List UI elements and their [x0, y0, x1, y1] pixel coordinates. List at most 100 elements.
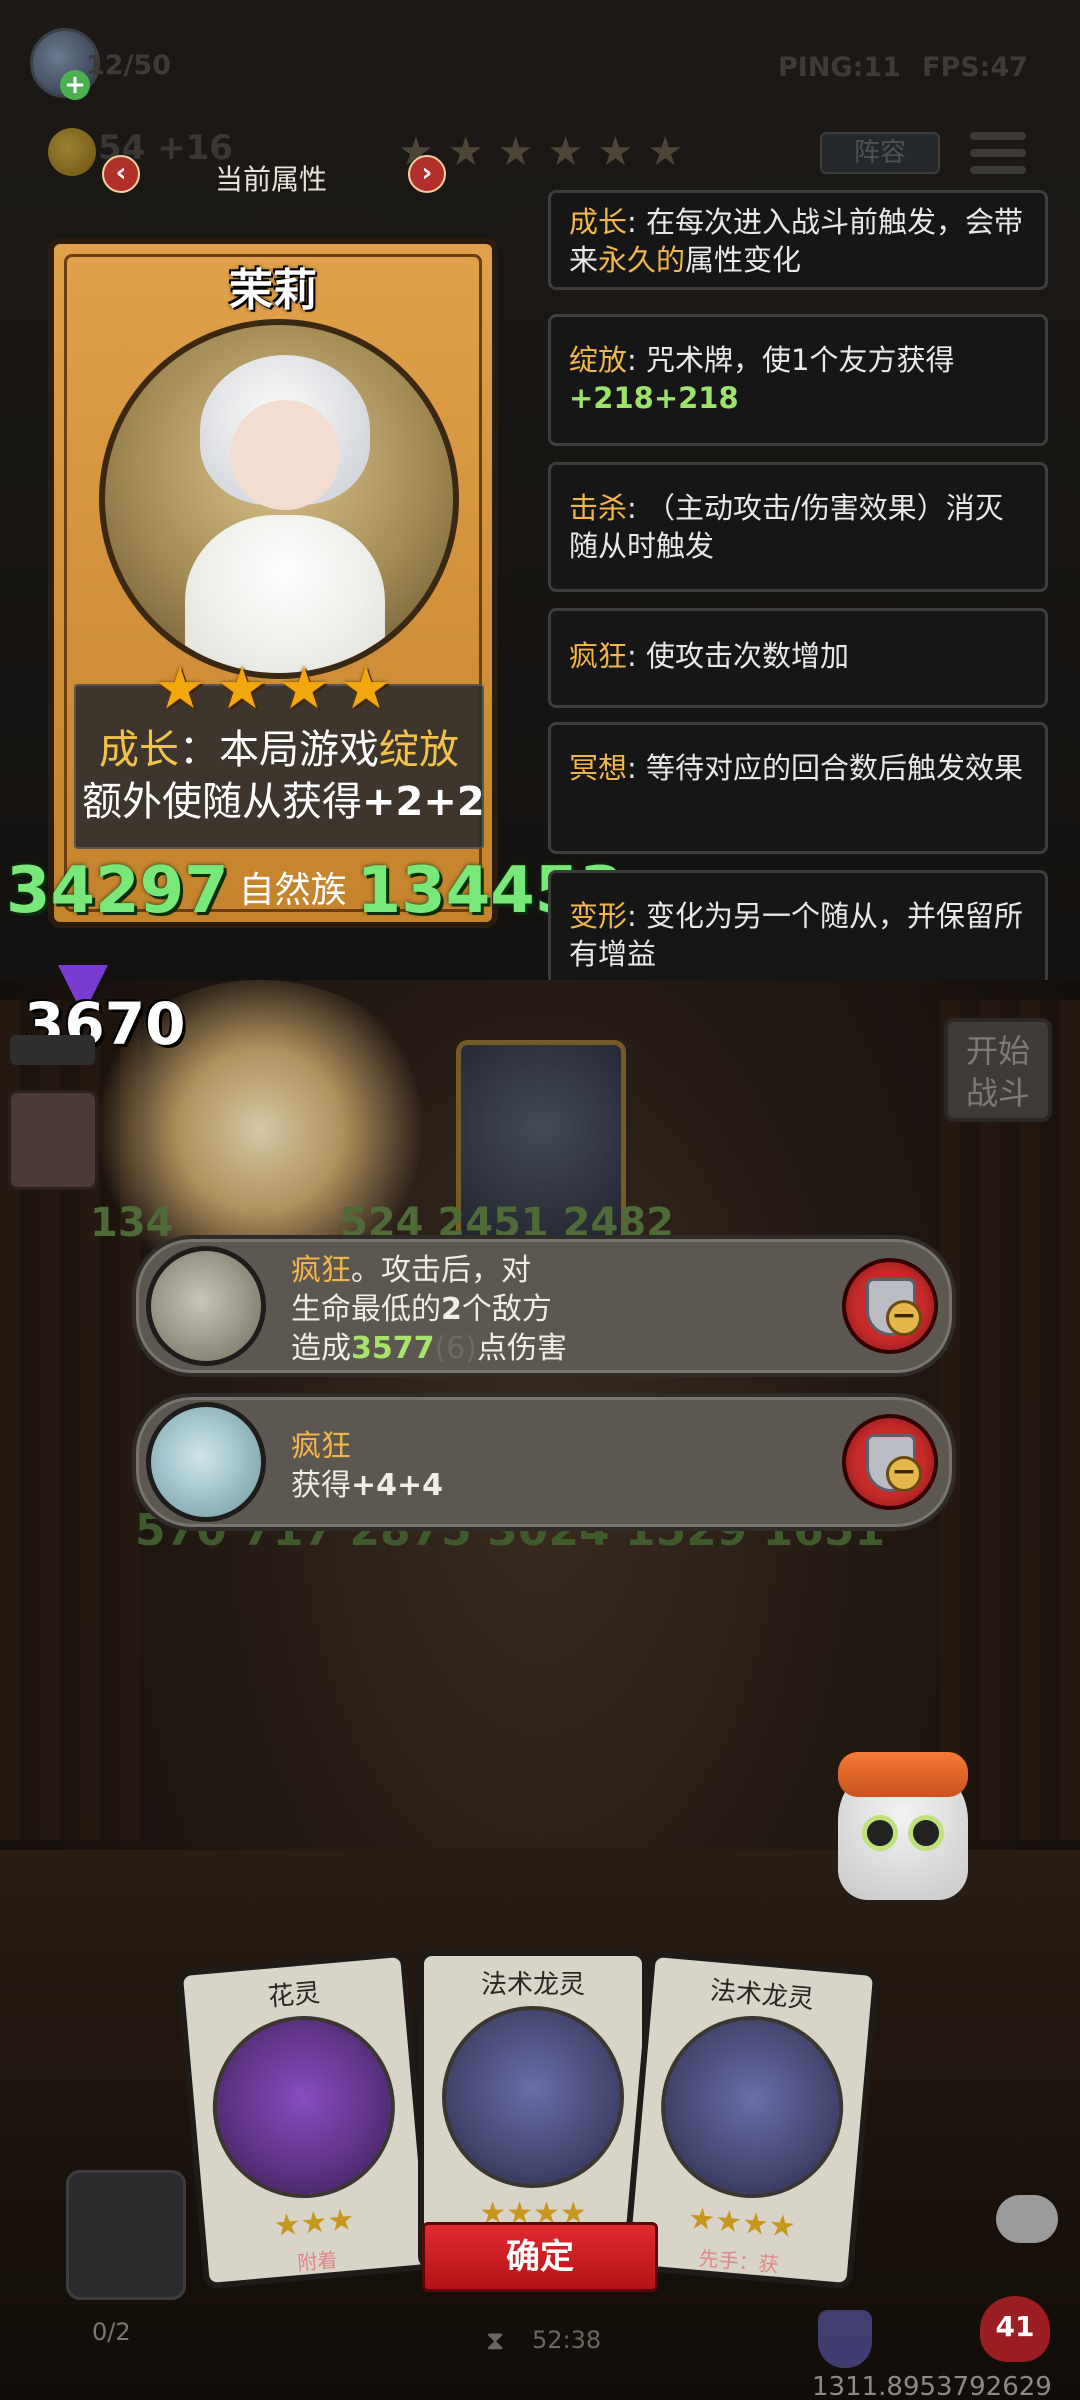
hero-attack: 34297 [6, 854, 229, 928]
hero-desc-line1: 成长：本局游戏绽放 [82, 724, 476, 776]
ability-damage: 3577 [351, 1331, 435, 1366]
hero-portrait [99, 319, 459, 679]
hand-card-1[interactable]: 花灵 ★★★ 附着 [176, 1950, 434, 2290]
keyword-text: : 使攻击次数增加 [627, 639, 850, 673]
prev-arrow-button[interactable]: ‹ [102, 155, 140, 193]
hand-counter: 0/2 [92, 2318, 131, 2346]
keyword-label: 击杀 [569, 491, 628, 525]
opponent-portrait[interactable] [8, 1090, 98, 1190]
hero-star-rating: ★ ★ ★ ★ [154, 654, 392, 722]
star-icon: ★ [647, 129, 684, 175]
minion-stats-row1-a: 134 [90, 1200, 174, 1246]
keyword-list[interactable]: 成长: 在每次进入战斗前触发，会带来永久的属性变化 绽放: 咒术牌，使1个友方获… [548, 190, 1052, 980]
right-curtain [940, 1000, 1080, 1840]
hero-name: 茉莉 [229, 265, 317, 316]
turn-timer: 52:38 [532, 2326, 602, 2354]
star-icon: ★ [447, 129, 484, 175]
remove-ability-button[interactable]: − [842, 1414, 938, 1510]
star-icon: ★ [216, 654, 268, 722]
debug-coordinates: 1311.8953792629 [812, 2372, 1052, 2400]
hero-power-slot[interactable] [66, 2170, 186, 2300]
keyword-text: : 变化为另一个随从，并保留所有增益 [569, 899, 1024, 971]
keyword-bloom: 绽放 [379, 727, 459, 773]
bonus-value: +218+218 [569, 381, 739, 415]
keyword-text: 属性变化 [685, 243, 802, 277]
ability-number: 2 [441, 1292, 462, 1327]
ability-line: 个敌方 [461, 1292, 552, 1327]
menu-icon[interactable] [968, 128, 1028, 178]
keyword-text: : （主动攻击/伤害效果）消灭随从时触发 [569, 491, 1004, 563]
keyword-growth: 成长 [99, 727, 179, 773]
star-icon: ★ [278, 654, 330, 722]
scythe-icon [146, 1246, 266, 1366]
ability-line: 造成 [291, 1331, 351, 1366]
remove-ability-button[interactable]: − [842, 1258, 938, 1354]
next-arrow-button[interactable]: › [408, 155, 446, 193]
hero-tribe: 自然族 [238, 870, 347, 911]
keyword-item-frenzy: 疯狂: 使攻击次数增加 [548, 608, 1048, 708]
keyword-item-bloom: 绽放: 咒术牌，使1个友方获得 +218+218 [548, 314, 1048, 446]
star-icon: ★ [597, 129, 634, 175]
ability-line: 。攻击后，对 [351, 1253, 531, 1288]
hero-desc-line2: 额外使随从获得+2+2 [82, 776, 485, 828]
ability-line: 点伤害 [477, 1331, 567, 1366]
card-title: 法术龙灵 [480, 1970, 585, 2000]
confirm-button[interactable]: 确定 [422, 2222, 658, 2292]
start-label-1: 开始 [965, 1032, 1030, 1070]
card-title: 花灵 [266, 1978, 322, 2013]
star-icon: ★ [497, 129, 534, 175]
keyword-label: 成长 [569, 205, 628, 239]
desc-text: 额外使随从获得 [82, 779, 362, 825]
lineup-button[interactable]: 阵容 [820, 132, 940, 174]
desc-text: ：本局游戏 [179, 727, 379, 773]
keyword-label: 疯狂 [569, 639, 628, 673]
salmon-hat [838, 1752, 968, 1797]
ability-tooltip-2: 疯狂 获得+4+4 − [132, 1393, 956, 1531]
portrait-face [230, 400, 340, 510]
keyword-item-growth: 成长: 在每次进入战斗前触发，会带来永久的属性变化 [548, 190, 1048, 290]
population-count: 12/50 [86, 50, 172, 81]
keyword-text: : 等待对应的回合数后触发效果 [627, 751, 1024, 785]
player-health-badge: 41 [980, 2296, 1050, 2362]
side-tag [10, 1035, 95, 1065]
ability-line: 获得 [291, 1468, 351, 1503]
keyword-label: 冥想 [569, 751, 628, 785]
keyword-item-transform: 变形: 变化为另一个随从，并保留所有增益 [548, 870, 1048, 980]
minus-icon: − [886, 1456, 922, 1492]
keyword-highlight: 永久的 [598, 243, 686, 277]
keyword-item-kill: 击杀: （主动攻击/伤害效果）消灭随从时触发 [548, 462, 1048, 592]
ping-readout: PING:11 [778, 52, 901, 83]
start-battle-button[interactable]: 开始 战斗 [944, 1018, 1052, 1122]
keyword-label: 变形 [569, 899, 628, 933]
flower-spirit-art [205, 2008, 403, 2206]
keyword-item-meditate: 冥想: 等待对应的回合数后触发效果 [548, 722, 1048, 854]
hand-card-3[interactable]: 法术龙灵 ★★★★ 先手：获 [622, 1950, 880, 2290]
card-title: 法术龙灵 [708, 1975, 816, 2015]
lightning-rune-icon [146, 1402, 266, 1522]
mascot-eye [862, 1815, 898, 1851]
bonus-value: +4+4 [351, 1468, 444, 1503]
dragon-spirit-art [442, 2006, 624, 2188]
star-icon: ★ [154, 654, 206, 722]
ability-keyword: 疯狂 [291, 1253, 351, 1288]
ability-text-2: 疯狂 获得+4+4 [291, 1427, 443, 1505]
star-icon: ★ [340, 654, 392, 722]
ability-keyword: 疯狂 [291, 1429, 351, 1464]
minus-icon: − [886, 1300, 922, 1336]
hero-card: 茉莉 成长：本局游戏绽放 额外使随从获得+2+2 ★ ★ ★ ★ 34297 自然… [6, 238, 624, 928]
start-label-2: 战斗 [965, 1074, 1030, 1112]
ability-base-damage: (6) [434, 1331, 478, 1366]
keyword-text: : 咒术牌，使1个友方获得 [627, 343, 955, 377]
panel-title: 当前属性 [215, 163, 328, 196]
hourglass-icon: ⧗ [486, 2326, 505, 2356]
ability-tooltip-1: 疯狂。攻击后，对 生命最低的2个敌方 造成3577(6)点伤害 − [132, 1235, 956, 1377]
coin-icon [48, 128, 96, 176]
dragon-spirit-art [653, 2008, 851, 2206]
ability-line: 生命最低的 [291, 1292, 441, 1327]
sushi-ghost-mascot[interactable] [838, 1752, 968, 1900]
bonus-value: +2+2 [362, 779, 485, 825]
mascot-eye [908, 1815, 944, 1851]
star-icon: ★ [547, 129, 584, 175]
armor-icon [818, 2310, 872, 2368]
chat-icon[interactable] [996, 2195, 1058, 2243]
